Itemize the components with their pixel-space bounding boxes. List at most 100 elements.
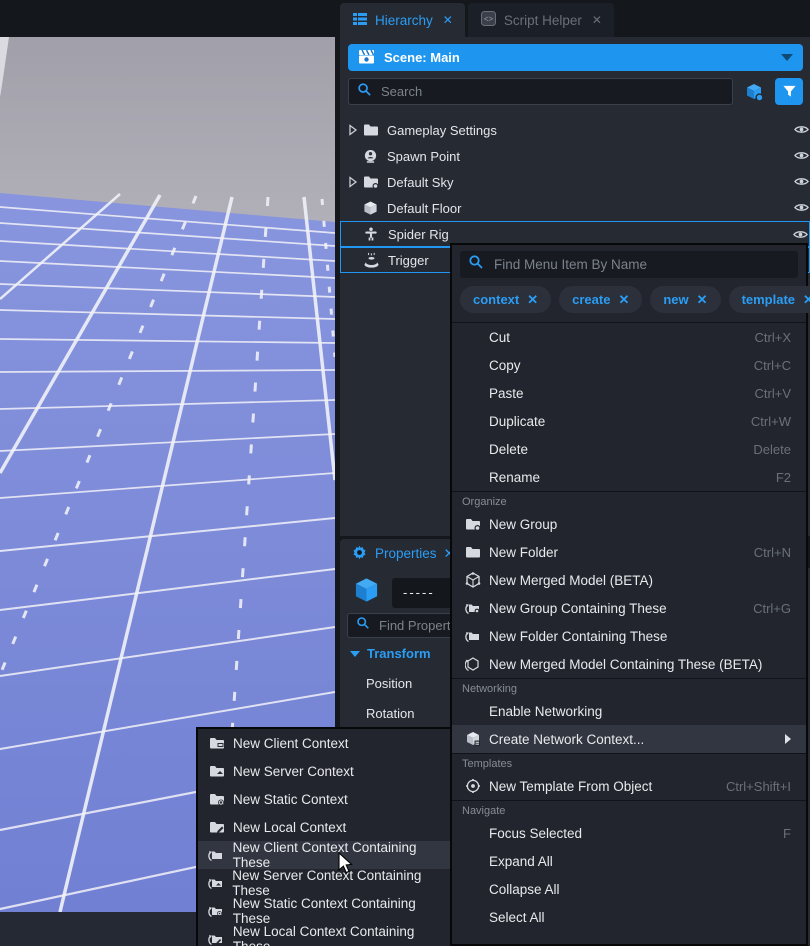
chip-create[interactable]: create ✕: [559, 286, 642, 313]
tree-row-gameplay-settings[interactable]: Gameplay Settings: [340, 117, 810, 143]
sky-folder-icon: [363, 175, 383, 189]
expand-arrow-icon[interactable]: [348, 176, 363, 188]
menu-item-new-group[interactable]: New Group: [452, 510, 806, 538]
submenu-item-new-client-context-containing-these[interactable]: New Client Context Containing These: [198, 841, 468, 869]
tree-label: Default Floor: [387, 201, 461, 216]
submenu-item-new-static-context-containing-these[interactable]: New Static Context Containing These: [198, 897, 468, 925]
asset-package-icon[interactable]: [740, 78, 768, 105]
transform-section-label: Transform: [367, 646, 431, 661]
merged-model-icon: [464, 572, 481, 588]
client-context-containing-icon: [208, 848, 225, 863]
menu-item-label: Paste: [489, 386, 524, 401]
tree-label: Spawn Point: [387, 149, 460, 164]
menu-item-label: Focus Selected: [489, 826, 582, 841]
context-menu: context ✕ create ✕ new✕ template✕ CutCtrl+…: [450, 243, 808, 946]
network-cube-icon: [464, 731, 481, 747]
tab-hierarchy-close-icon[interactable]: ✕: [443, 13, 453, 27]
spawn-point-icon: [363, 149, 383, 164]
menu-item-new-group-containing-these[interactable]: New Group Containing TheseCtrl+G: [452, 594, 806, 622]
visibility-eye-icon[interactable]: [794, 148, 809, 166]
chip-new[interactable]: new✕: [650, 286, 720, 313]
submenu-item-new-local-context-containing-these[interactable]: New Local Context Containing These: [198, 925, 468, 946]
tab-hierarchy[interactable]: Hierarchy ✕: [340, 3, 465, 37]
search-icon: [357, 82, 372, 102]
scene-selector-button[interactable]: Scene: Main: [348, 44, 803, 71]
submenu-item-new-local-context[interactable]: New Local Context: [198, 813, 468, 841]
submenu-item-new-static-context[interactable]: New Static Context: [198, 785, 468, 813]
submenu-item-new-client-context[interactable]: New Client Context: [198, 729, 468, 757]
trigger-icon: [364, 252, 384, 268]
tab-hierarchy-label: Hierarchy: [375, 13, 433, 28]
server-context-containing-icon: [208, 876, 224, 891]
menu-item-copy[interactable]: CopyCtrl+C: [452, 351, 806, 379]
svg-text:<>: <>: [484, 15, 494, 24]
tree-row-default-sky[interactable]: Default Sky: [340, 169, 810, 195]
chip-template[interactable]: template✕: [729, 286, 810, 313]
menu-item-label: Create Network Context...: [489, 732, 644, 747]
menu-item-new-merged-model-containing-these[interactable]: New Merged Model Containing These (BETA): [452, 650, 806, 678]
visibility-eye-icon[interactable]: [794, 122, 809, 140]
network-context-submenu: New Client Context New Server Context Ne…: [196, 727, 470, 946]
menu-item-new-template-from-object[interactable]: New Template From ObjectCtrl+Shift+I: [452, 772, 806, 800]
menu-item-duplicate[interactable]: DuplicateCtrl+W: [452, 407, 806, 435]
tab-script-helper[interactable]: <> Script Helper ✕: [468, 3, 614, 37]
tab-properties[interactable]: Properties ✕: [340, 539, 466, 568]
folder-containing-icon: [464, 629, 481, 644]
chip-context[interactable]: context ✕: [460, 286, 551, 313]
menu-item-enable-networking[interactable]: Enable Networking: [452, 697, 806, 725]
visibility-eye-icon[interactable]: [794, 174, 809, 192]
menu-section-organize: Organize: [452, 491, 806, 510]
menu-searchbox[interactable]: [460, 251, 798, 278]
tree-label: Default Sky: [387, 175, 453, 190]
menu-item-paste[interactable]: PasteCtrl+V: [452, 379, 806, 407]
menu-item-label: Duplicate: [489, 414, 545, 429]
filter-button[interactable]: [775, 78, 803, 105]
tree-row-spawn-point[interactable]: Spawn Point: [340, 143, 810, 169]
shortcut: Ctrl+Shift+I: [726, 779, 791, 794]
menu-item-label: New Merged Model Containing These (BETA): [489, 657, 762, 672]
chip-label: context: [473, 292, 519, 307]
menu-item-label: Expand All: [489, 854, 553, 869]
hierarchy-search-input[interactable]: [379, 83, 724, 100]
menu-item-new-merged-model[interactable]: New Merged Model (BETA): [452, 566, 806, 594]
menu-search-input[interactable]: [492, 256, 790, 273]
tab-script-helper-close-icon[interactable]: ✕: [592, 13, 602, 27]
expand-arrow-icon[interactable]: [348, 124, 363, 136]
menu-item-cut[interactable]: CutCtrl+X: [452, 323, 806, 351]
chip-label: create: [572, 292, 610, 307]
menu-item-label: New Merged Model (BETA): [489, 573, 653, 588]
shortcut: Ctrl+C: [754, 358, 791, 373]
menu-item-new-folder-containing-these[interactable]: New Folder Containing These: [452, 622, 806, 650]
menu-item-expand-all[interactable]: Expand All: [452, 847, 806, 875]
menu-item-delete[interactable]: Delete Delete: [452, 435, 806, 463]
chip-remove-icon[interactable]: ✕: [618, 292, 629, 308]
hierarchy-searchbox[interactable]: [348, 78, 733, 105]
menu-item-create-network-context[interactable]: Create Network Context...: [452, 725, 806, 753]
shortcut: Ctrl+G: [753, 601, 791, 616]
menu-item-label: Delete: [489, 442, 528, 457]
scene-label: Scene: Main: [384, 50, 460, 65]
folder-icon: [363, 123, 383, 137]
visibility-eye-icon[interactable]: [794, 200, 809, 218]
chevron-down-icon: [781, 54, 793, 61]
transform-section-header[interactable]: Transform: [350, 646, 431, 661]
chip-remove-icon[interactable]: ✕: [527, 292, 538, 308]
submenu-item-new-server-context[interactable]: New Server Context: [198, 757, 468, 785]
chip-remove-icon[interactable]: ✕: [697, 292, 708, 308]
menu-item-collapse-all[interactable]: Collapse All: [452, 875, 806, 903]
submenu-item-label: New Local Context Containing These: [233, 924, 453, 946]
tree-row-default-floor[interactable]: Default Floor: [340, 195, 810, 221]
submenu-item-new-server-context-containing-these[interactable]: New Server Context Containing These: [198, 869, 468, 897]
tree-label: Spider Rig: [388, 227, 449, 242]
group-containing-icon: [464, 601, 481, 616]
scene-icon: [358, 48, 375, 68]
menu-item-rename[interactable]: RenameF2: [452, 463, 806, 491]
chip-remove-icon[interactable]: ✕: [803, 292, 810, 308]
menu-item-new-folder[interactable]: New FolderCtrl+N: [452, 538, 806, 566]
shortcut: Delete: [753, 442, 791, 457]
shortcut: Ctrl+N: [754, 545, 791, 560]
tab-script-helper-label: Script Helper: [504, 13, 582, 28]
menu-item-focus-selected[interactable]: Focus SelectedF: [452, 819, 806, 847]
rig-person-icon: [364, 226, 384, 242]
menu-item-select-all[interactable]: Select All: [452, 903, 806, 931]
